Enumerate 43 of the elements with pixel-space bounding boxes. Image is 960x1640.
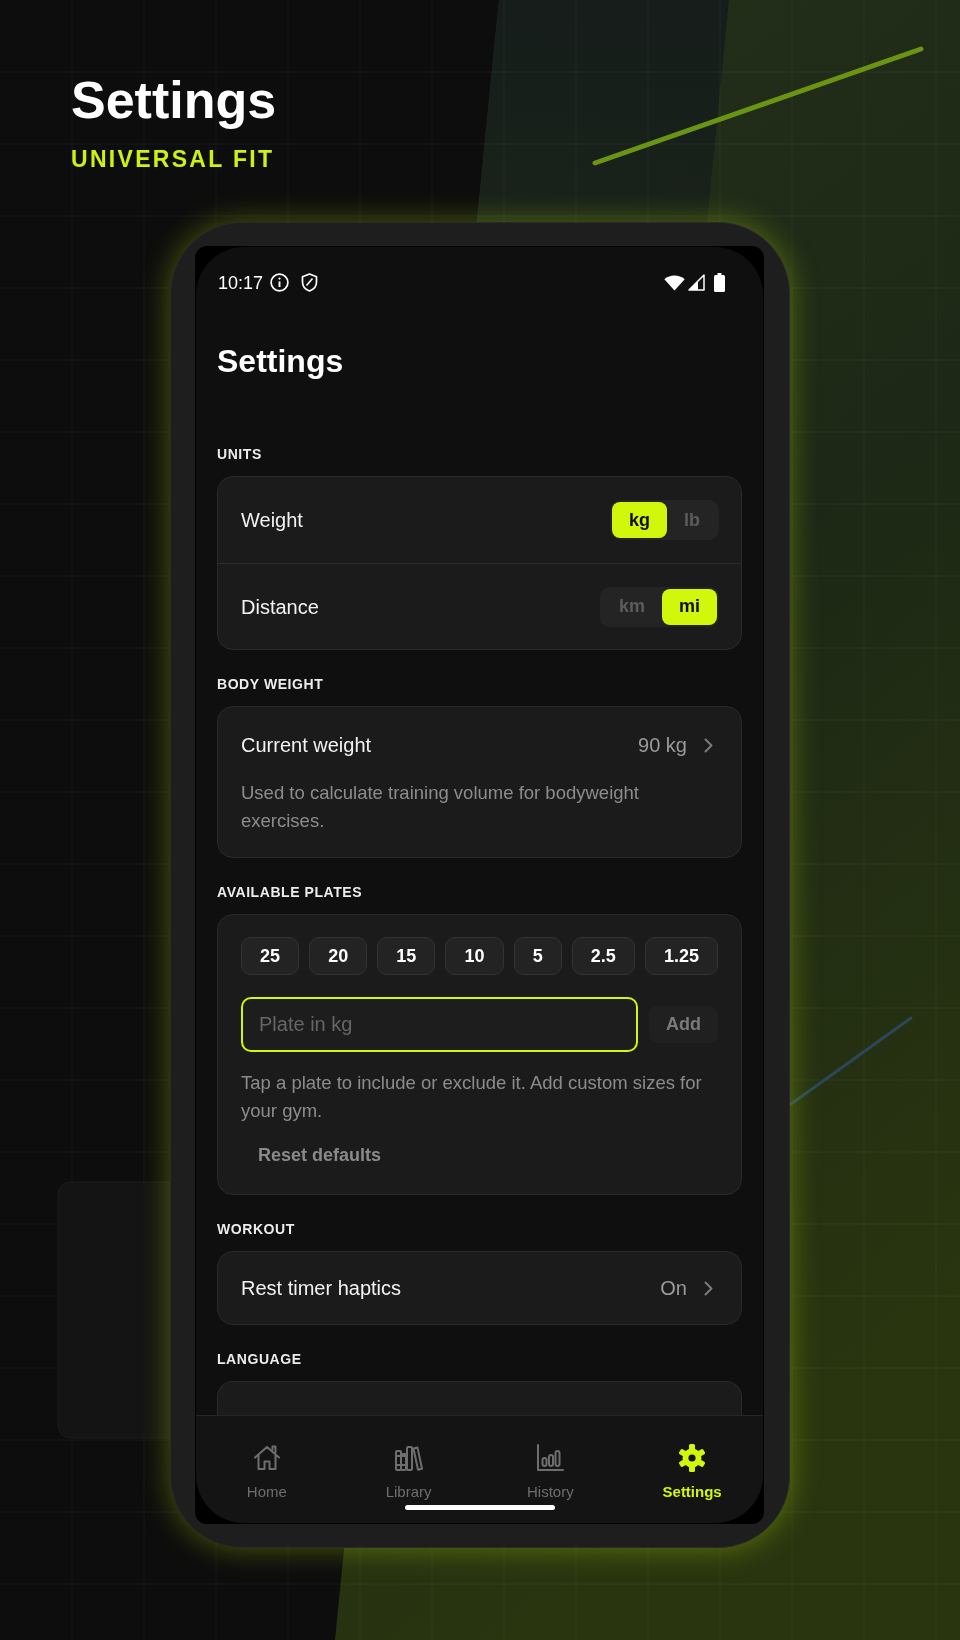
wifi-icon	[664, 274, 685, 291]
books-icon	[393, 1443, 424, 1473]
nav-tab[interactable]: Library	[385, 1443, 432, 1502]
row-description: Used to calculate training volume for bodyweight exercises.	[241, 781, 640, 833]
row-label: Weight	[241, 508, 303, 533]
shield-icon	[301, 273, 319, 292]
status-time: 10:17	[218, 273, 264, 292]
help-text: Tap a plate to include or exclude it. Add custom sizes for your gym.	[241, 1071, 703, 1123]
info-icon	[270, 273, 290, 292]
signal-icon	[688, 274, 705, 291]
plate-chip[interactable]: 1.25	[644, 937, 718, 975]
unit-option[interactable]: kg	[612, 502, 667, 538]
gear-icon	[677, 1443, 708, 1473]
row-label: Distance	[241, 594, 319, 620]
row-label[interactable]: Rest timer haptics	[241, 1274, 402, 1302]
battery-icon	[714, 273, 725, 292]
screen-title: Settings	[217, 342, 344, 381]
section-heading: AVAILABLE PLATES	[217, 883, 363, 902]
plate-chip[interactable]: 20	[309, 937, 368, 975]
nav-tab[interactable]: Settings	[662, 1443, 722, 1502]
chevron-right-icon	[704, 1280, 713, 1296]
plate-chip[interactable]: 10	[445, 937, 504, 975]
plate-chip[interactable]: 2.5	[571, 937, 635, 975]
section-heading: BODY WEIGHT	[217, 675, 324, 694]
home-icon	[251, 1443, 282, 1473]
plate-chip[interactable]: 15	[377, 937, 436, 975]
plate-chip[interactable]: 25	[241, 937, 300, 975]
row-label[interactable]: Current weight	[241, 731, 372, 759]
section-heading: LANGUAGE	[217, 1350, 302, 1369]
bar-chart-icon	[535, 1443, 566, 1473]
section-heading: UNITS	[217, 445, 262, 464]
add-button[interactable]: Add	[649, 1006, 718, 1043]
row-value: 90 kg	[638, 733, 687, 758]
brand-subtitle: UNIVERSAL FIT	[71, 148, 275, 171]
reset-defaults-button[interactable]: Reset defaults	[241, 1137, 399, 1173]
section-heading: WORKOUT	[217, 1220, 295, 1239]
nav-tab[interactable]: History	[527, 1443, 574, 1502]
plate-input[interactable]: Plate in kg	[241, 997, 638, 1052]
unit-option[interactable]: mi	[662, 588, 717, 625]
plate-chip[interactable]: 5	[513, 937, 562, 975]
chevron-right-icon	[704, 737, 713, 753]
nav-tab[interactable]: Home	[246, 1443, 287, 1502]
row-value: On	[660, 1276, 687, 1301]
